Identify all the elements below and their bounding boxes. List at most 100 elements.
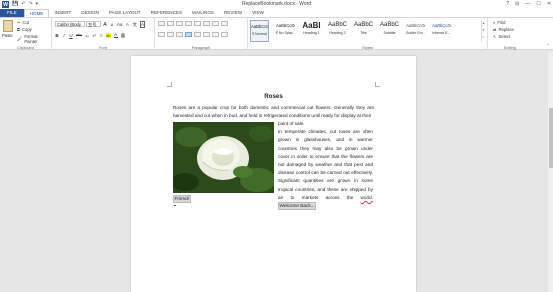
rose-image[interactable] [173, 122, 274, 193]
maximize-button[interactable]: ☐ [536, 1, 540, 8]
style-subtle-emphasis[interactable]: AaBbCcDd Subtle Em... [406, 20, 425, 42]
text-caret [174, 205, 176, 206]
style-name: Intense E... [432, 31, 451, 35]
show-marks-icon[interactable] [221, 21, 228, 26]
borders-icon[interactable] [221, 32, 228, 37]
distributed-icon[interactable] [194, 32, 201, 37]
more-styles-icon[interactable]: ▿ [482, 34, 485, 41]
bold-button[interactable]: B [55, 33, 59, 38]
shading-icon[interactable] [212, 32, 219, 37]
paragraph-row-1 [158, 21, 228, 26]
style-preview: AaBbCcDd [276, 23, 295, 28]
format-painter-button[interactable]: 🖌 Format Painter [17, 34, 51, 44]
paragraph-row-2 [158, 32, 228, 37]
strikethrough-button[interactable]: abc [76, 33, 82, 37]
phonetic-guide-button[interactable]: 文 [133, 22, 138, 28]
minimize-button[interactable]: — [525, 1, 530, 8]
chevron-up-icon[interactable]: ▴ [482, 20, 485, 27]
bullets-icon[interactable] [158, 21, 165, 26]
tab-design[interactable]: DESIGN [76, 9, 104, 17]
search-icon: ⌕ [493, 20, 496, 25]
cut-button[interactable]: ✂ Cut [17, 20, 29, 25]
tab-mailings[interactable]: MAILINGS [187, 9, 219, 17]
char-border-button[interactable]: A [140, 21, 146, 28]
line-spacing-icon[interactable] [203, 32, 210, 37]
sort-icon[interactable] [212, 21, 219, 26]
bookmark-friend[interactable]: Friend! [173, 195, 191, 203]
style-title[interactable]: AaBbC Title [354, 20, 373, 42]
wrapped-paragraph: point of sale. In temperate climates, cu… [278, 120, 373, 210]
align-center-icon[interactable] [167, 32, 174, 37]
find-button[interactable]: ⌕ Find [493, 20, 506, 25]
select-button[interactable]: ↖ Select [493, 34, 510, 39]
justify-icon[interactable] [185, 32, 192, 37]
font-row-1: A A Aa A 文 A [103, 21, 146, 28]
tab-insert[interactable]: INSERT [49, 9, 76, 17]
superscript-button[interactable]: x² [92, 33, 96, 38]
style-heading-2[interactable]: AaBbC Heading 2 [328, 20, 347, 42]
paste-button[interactable]: Paste [2, 33, 13, 38]
style-no-spacing[interactable]: AaBbCcDd ¶ No Spac... [276, 20, 295, 42]
change-case-button[interactable]: Aa [117, 22, 123, 27]
bookmark-welcome-back[interactable]: Welcome Back... [278, 202, 317, 210]
align-left-icon[interactable] [158, 32, 165, 37]
format-painter-label: Format Painter [24, 34, 38, 44]
style-normal[interactable]: AaBbCcDd ¶ Normal [250, 20, 269, 42]
multilevel-list-icon[interactable] [176, 21, 183, 26]
chevron-down-icon[interactable]: ▾ [482, 27, 485, 34]
underline-button[interactable]: U [69, 33, 73, 38]
ribbon-tabs: FILE HOME INSERT DESIGN PAGE LAYOUT REFE… [0, 9, 553, 17]
copy-button[interactable]: ⧉ Copy [17, 27, 32, 32]
margin-corner-top-left [167, 82, 172, 87]
replace-icon: ⇄ [493, 27, 497, 32]
style-subtitle[interactable]: AaBbC Subtitle [380, 20, 399, 42]
scrollbar-thumb[interactable] [548, 108, 553, 168]
replace-label: Replace [498, 27, 514, 32]
tab-view[interactable]: VIEW [247, 9, 269, 17]
align-right-icon[interactable] [176, 32, 183, 37]
paragraph-group: Paragraph [155, 18, 248, 51]
style-intense-emphasis[interactable]: AaBbCcDd Intense E... [432, 20, 451, 42]
collapse-ribbon-icon[interactable]: ⌃ [547, 43, 550, 48]
cut-label: Cut [22, 20, 30, 25]
tab-home[interactable]: HOME [23, 9, 50, 17]
document-page[interactable]: Roses Roses are a popular crop for both … [131, 56, 416, 292]
char-shading-button[interactable]: A [120, 32, 125, 38]
shrink-font-button[interactable]: A [110, 22, 114, 27]
font-color-button[interactable]: A [113, 32, 118, 38]
wrap-text-body: In temperate climates, cut roses are oft… [278, 129, 373, 200]
replace-button[interactable]: ⇄ Replace [493, 27, 514, 32]
tab-file[interactable]: FILE [0, 9, 24, 17]
font-size-select[interactable]: 五号 [86, 21, 101, 27]
help-icon[interactable]: ? [506, 1, 509, 8]
tab-references[interactable]: REFERENCES [146, 9, 187, 17]
numbering-icon[interactable] [167, 21, 174, 26]
style-preview: AaBbC [328, 22, 347, 28]
grow-font-button[interactable]: A [103, 22, 107, 28]
font-group: Calibri (Body 五号 A A Aa A 文 A B I U abc … [52, 18, 155, 51]
ribbon: Paste ✂ Cut ⧉ Copy 🖌 Format Painter Clip… [0, 17, 553, 51]
paste-icon[interactable] [3, 20, 13, 32]
close-button[interactable]: ✕ [547, 1, 551, 8]
window-title: ReplaceBookmark.docx - Word [241, 1, 312, 7]
italic-button[interactable]: I [62, 33, 66, 38]
text-effects-button[interactable]: A [99, 33, 103, 38]
style-name: Subtitle [383, 31, 396, 35]
style-name: Subtle Em... [406, 31, 425, 35]
highlight-button[interactable]: ab [106, 32, 111, 38]
font-name-select[interactable]: Calibri (Body [55, 21, 85, 27]
style-preview: AaBbCcDd [432, 23, 451, 28]
chinese-layout-icon[interactable] [203, 21, 210, 26]
tab-page-layout[interactable]: PAGE LAYOUT [104, 9, 146, 17]
styles-scroll[interactable]: ▴ ▾ ▿ [481, 20, 485, 42]
decrease-indent-icon[interactable] [185, 21, 192, 26]
ribbon-display-icon[interactable]: ⊟ [515, 1, 519, 8]
increase-indent-icon[interactable] [194, 21, 201, 26]
tab-review[interactable]: REVIEW [219, 9, 247, 17]
vertical-scrollbar[interactable] [548, 52, 553, 292]
subscript-button[interactable]: x₂ [85, 33, 89, 38]
style-heading-1[interactable]: AaBl Heading 1 [302, 20, 321, 42]
rose-photo [173, 122, 274, 193]
style-name: Heading 1 [303, 31, 320, 35]
clear-format-button[interactable]: A [126, 22, 130, 27]
